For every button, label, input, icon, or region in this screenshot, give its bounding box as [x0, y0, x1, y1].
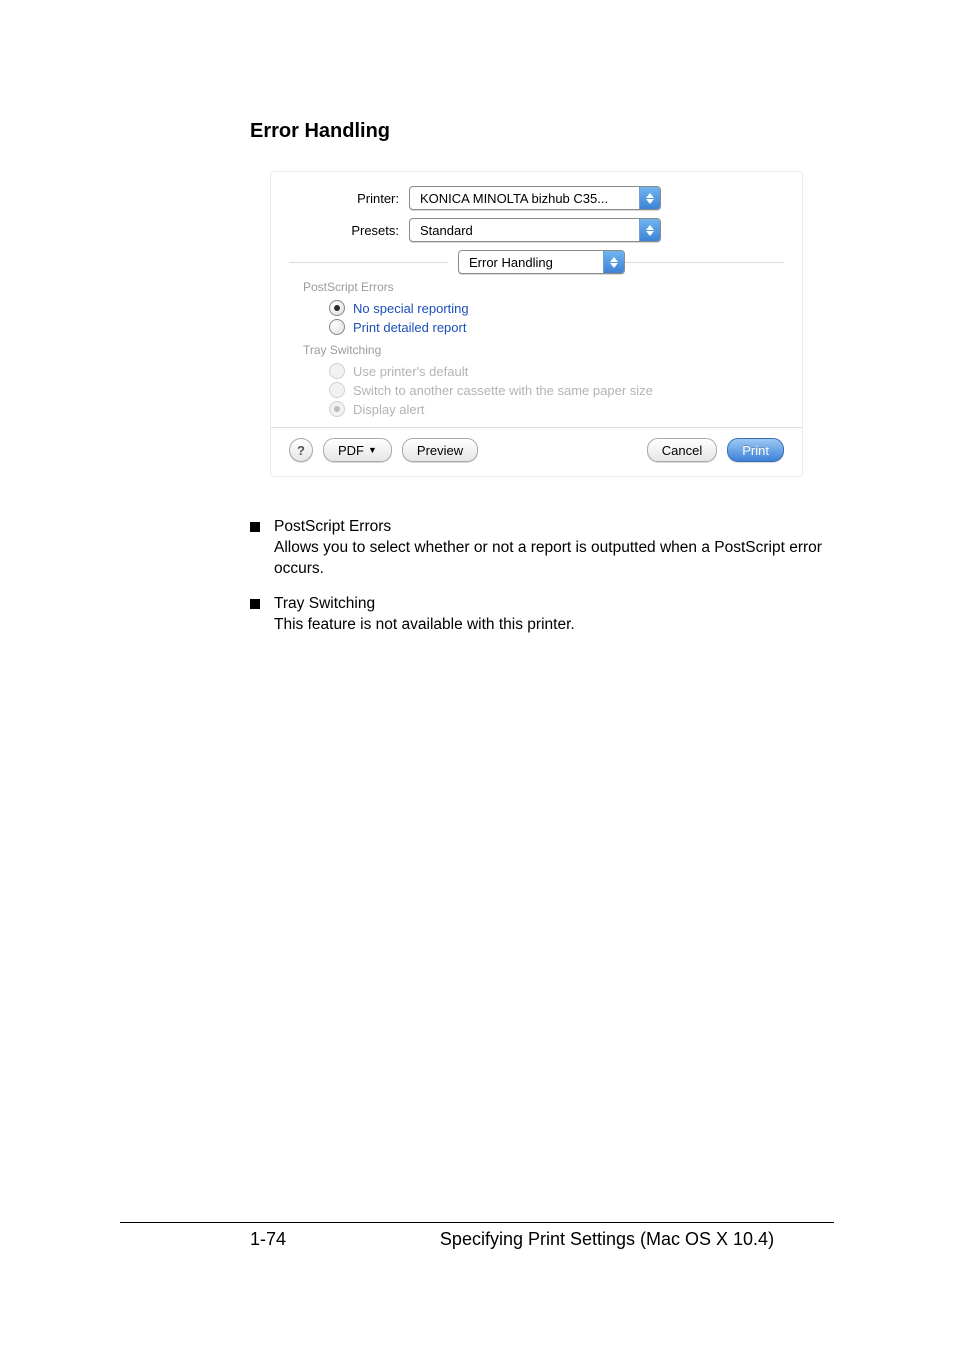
- print-dialog: Printer: KONICA MINOLTA bizhub C35... Pr…: [270, 171, 803, 477]
- presets-label: Presets:: [289, 223, 409, 238]
- radio-icon: [329, 319, 345, 335]
- print-button[interactable]: Print: [727, 438, 784, 462]
- printer-dropdown[interactable]: KONICA MINOLTA bizhub C35...: [409, 186, 661, 210]
- tray-switching-group-title: Tray Switching: [303, 343, 784, 357]
- list-item: Tray Switching This feature is not avail…: [250, 594, 834, 636]
- radio-print-detailed-report[interactable]: Print detailed report: [329, 319, 784, 335]
- list-item: PostScript Errors Allows you to select w…: [250, 517, 834, 580]
- chevron-down-icon: ▼: [368, 445, 377, 455]
- bullet-icon: [250, 599, 260, 609]
- radio-icon: [329, 300, 345, 316]
- radio-icon: [329, 363, 345, 379]
- pdf-button[interactable]: PDF ▼: [323, 438, 392, 462]
- updown-icon: [603, 251, 624, 273]
- radio-label: Display alert: [353, 402, 425, 417]
- printer-dropdown-value: KONICA MINOLTA bizhub C35...: [410, 191, 639, 206]
- section-dropdown-value: Error Handling: [459, 255, 603, 270]
- bullet-list: PostScript Errors Allows you to select w…: [250, 517, 834, 636]
- postscript-errors-group-title: PostScript Errors: [303, 280, 784, 294]
- updown-icon: [639, 219, 660, 241]
- preview-button[interactable]: Preview: [402, 438, 478, 462]
- page-footer: 1-74 Specifying Print Settings (Mac OS X…: [120, 1222, 834, 1250]
- radio-label: Use printer's default: [353, 364, 468, 379]
- radio-icon: [329, 401, 345, 417]
- radio-use-printers-default: Use printer's default: [329, 363, 784, 379]
- radio-no-special-reporting[interactable]: No special reporting: [329, 300, 784, 316]
- presets-dropdown[interactable]: Standard: [409, 218, 661, 242]
- radio-label: Switch to another cassette with the same…: [353, 383, 653, 398]
- section-heading: Error Handling: [250, 120, 834, 143]
- bullet-title: Tray Switching: [274, 594, 575, 615]
- bullet-icon: [250, 522, 260, 532]
- radio-label: No special reporting: [353, 301, 469, 316]
- section-dropdown[interactable]: Error Handling: [458, 250, 625, 274]
- presets-dropdown-value: Standard: [410, 223, 639, 238]
- page-number: 1-74: [120, 1229, 380, 1250]
- footer-title: Specifying Print Settings (Mac OS X 10.4…: [380, 1229, 834, 1250]
- radio-icon: [329, 382, 345, 398]
- help-button[interactable]: ?: [289, 438, 313, 462]
- cancel-button[interactable]: Cancel: [647, 438, 717, 462]
- bullet-desc: Allows you to select whether or not a re…: [274, 538, 834, 580]
- radio-switch-cassette: Switch to another cassette with the same…: [329, 382, 784, 398]
- radio-display-alert: Display alert: [329, 401, 784, 417]
- bullet-title: PostScript Errors: [274, 517, 834, 538]
- bullet-desc: This feature is not available with this …: [274, 615, 575, 636]
- printer-label: Printer:: [289, 191, 409, 206]
- pdf-button-label: PDF: [338, 443, 364, 458]
- updown-icon: [639, 187, 660, 209]
- radio-label: Print detailed report: [353, 320, 466, 335]
